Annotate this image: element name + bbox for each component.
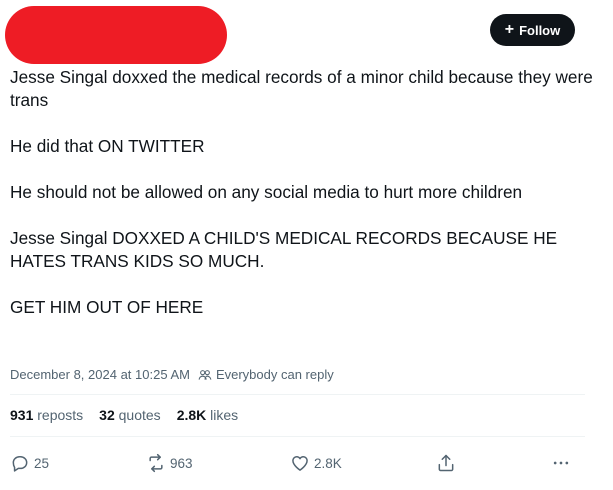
plus-icon: +	[504, 21, 515, 38]
follow-label: Follow	[519, 22, 561, 38]
more-button[interactable]	[551, 453, 571, 473]
repost-icon	[149, 453, 163, 473]
repost-button[interactable]: 963	[146, 453, 193, 473]
quotes-stat[interactable]: 32 quotes	[99, 407, 161, 423]
tweet-meta: December 8, 2024 at 10:25 AM Everybody c…	[10, 367, 334, 382]
more-icon	[553, 461, 569, 465]
reply-count: 25	[34, 455, 50, 471]
tweet-paragraph: Jesse Singal DOXXED A CHILD'S MEDICAL RE…	[10, 228, 558, 271]
repost-count: 963	[170, 455, 193, 471]
engagement-stats: 931 reposts 32 quotes 2.8K likes	[10, 407, 254, 423]
action-bar: 25 963 2.8K	[0, 453, 613, 473]
share-button[interactable]	[436, 453, 456, 473]
divider	[10, 394, 585, 395]
share-icon	[438, 454, 454, 472]
reply-permission: Everybody can reply	[215, 367, 334, 382]
reply-icon	[12, 456, 28, 472]
likes-stat[interactable]: 2.8K likes	[177, 407, 238, 423]
like-count: 2.8K	[314, 455, 342, 471]
redacted-author	[5, 6, 227, 64]
people-icon	[198, 368, 212, 382]
tweet-text: Jesse Singal doxxed the medical records …	[10, 66, 600, 342]
follow-button[interactable]: + Follow	[490, 14, 575, 46]
reply-button[interactable]: 25	[10, 453, 49, 473]
reposts-stat[interactable]: 931 reposts	[10, 407, 83, 423]
like-button[interactable]: 2.8K	[290, 453, 342, 473]
tweet-paragraph: He did that ON TWITTER	[10, 136, 205, 156]
tweet-paragraph: GET HIM OUT OF HERE	[10, 297, 204, 317]
timestamp[interactable]: December 8, 2024 at 10:25 AM	[10, 367, 190, 382]
tweet-paragraph: Jesse Singal doxxed the medical records …	[10, 67, 593, 110]
tweet-paragraph: He should not be allowed on any social m…	[10, 182, 523, 202]
like-icon	[292, 456, 308, 471]
divider	[10, 436, 585, 437]
